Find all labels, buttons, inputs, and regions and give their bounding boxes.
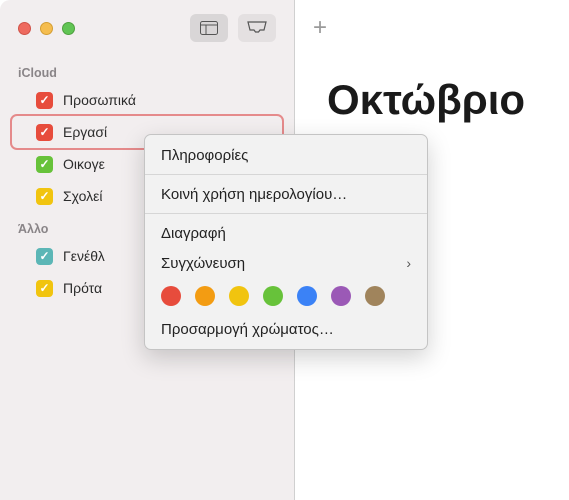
menu-item-label: Κοινή χρήση ημερολογίου… <box>161 186 347 203</box>
color-picker-row <box>145 278 427 314</box>
menu-item[interactable]: Συγχώνευση › <box>145 248 427 278</box>
minimize-window-button[interactable] <box>40 22 53 35</box>
calendar-list-icon <box>200 21 218 35</box>
inbox-button[interactable] <box>238 14 276 42</box>
add-event-button[interactable]: + <box>313 14 327 42</box>
fullscreen-window-button[interactable] <box>62 22 75 35</box>
submenu-arrow-icon: › <box>406 255 411 271</box>
sidebar-toolbar <box>0 0 294 56</box>
color-swatch-red[interactable] <box>161 286 181 306</box>
color-swatch-brown[interactable] <box>365 286 385 306</box>
inbox-icon <box>247 21 267 35</box>
calendar-context-menu: Πληροφορίες Κοινή χρήση ημερολογίου… Διαγρ… <box>144 134 428 350</box>
color-swatch-purple[interactable] <box>331 286 351 306</box>
calendar-checkbox[interactable] <box>36 188 53 205</box>
menu-item[interactable]: Προσαρμογή χρώματος… <box>145 314 427 344</box>
calendar-label: Πρότα <box>63 280 102 296</box>
calendar-label: Γενέθλ <box>63 248 105 264</box>
color-swatch-orange[interactable] <box>195 286 215 306</box>
sidebar-group-header: iCloud <box>0 56 294 84</box>
month-title: Οκτώβριο <box>295 56 569 124</box>
menu-item[interactable]: Κοινή χρήση ημερολογίου… <box>145 179 427 209</box>
calendar-item[interactable]: Προσωπικά <box>12 84 282 116</box>
menu-separator <box>145 174 427 175</box>
calendar-checkbox[interactable] <box>36 280 53 297</box>
calendar-checkbox[interactable] <box>36 248 53 265</box>
menu-item[interactable]: Διαγραφή <box>145 218 427 248</box>
calendar-checkbox[interactable] <box>36 92 53 109</box>
menu-item-label: Διαγραφή <box>161 225 226 242</box>
calendar-label: Σχολεί <box>63 188 103 204</box>
menu-item-label: Συγχώνευση <box>161 255 245 272</box>
window-controls <box>18 22 75 35</box>
calendar-label: Οικογε <box>63 156 105 172</box>
color-swatch-yellow[interactable] <box>229 286 249 306</box>
calendar-label: Προσωπικά <box>63 92 136 108</box>
main-toolbar: + <box>295 0 569 56</box>
calendar-checkbox[interactable] <box>36 156 53 173</box>
calendar-label: Εργασί <box>63 124 107 140</box>
menu-item-label: Πληροφορίες <box>161 147 248 164</box>
close-window-button[interactable] <box>18 22 31 35</box>
calendars-toggle-button[interactable] <box>190 14 228 42</box>
plus-icon: + <box>313 14 327 41</box>
calendar-checkbox[interactable] <box>36 124 53 141</box>
color-swatch-blue[interactable] <box>297 286 317 306</box>
menu-item[interactable]: Πληροφορίες <box>145 140 427 170</box>
menu-separator <box>145 213 427 214</box>
menu-item-label: Προσαρμογή χρώματος… <box>161 321 334 338</box>
color-swatch-green[interactable] <box>263 286 283 306</box>
